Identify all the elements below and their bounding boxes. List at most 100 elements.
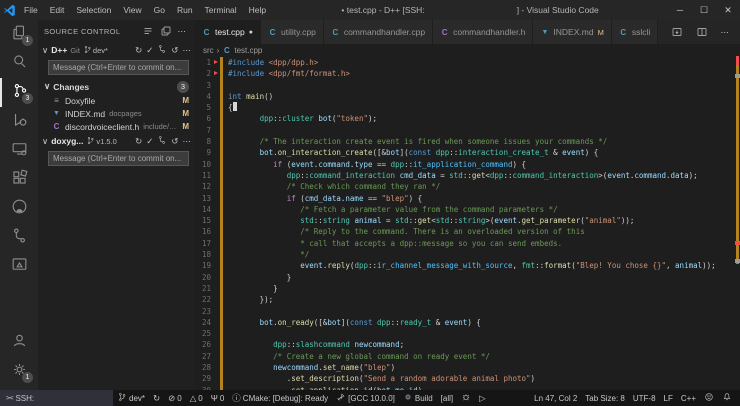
glyph-margin[interactable] xyxy=(211,193,220,204)
glyph-margin[interactable] xyxy=(211,215,220,226)
code-line[interactable]: 22 }); xyxy=(195,294,740,305)
status-cmake-debug-ready[interactable]: ⓘCMake: [Debug]: Ready xyxy=(228,392,332,404)
line-number[interactable]: 1 xyxy=(195,57,211,68)
dirty-dot-icon[interactable]: ● xyxy=(249,29,253,36)
line-number[interactable]: 24 xyxy=(195,317,211,328)
more-icon[interactable]: ⋯ xyxy=(183,136,192,147)
tab-utility.cpp[interactable]: Cutility.cpp xyxy=(261,20,324,44)
code-text[interactable]: dpp::cluster bot("token"); xyxy=(228,113,377,124)
glyph-margin[interactable] xyxy=(211,113,220,124)
trident-icon[interactable]: Ψ xyxy=(211,393,218,403)
line-number[interactable]: 12 xyxy=(195,181,211,192)
status-build[interactable]: Build xyxy=(399,392,437,404)
repositories-icon[interactable] xyxy=(157,25,175,37)
code-line[interactable]: 13 if (cmd_data.name == "blep") { xyxy=(195,193,740,204)
line-number[interactable]: 22 xyxy=(195,294,211,305)
line-number[interactable]: 8 xyxy=(195,136,211,147)
code-text[interactable]: /* Check which command they ran */ xyxy=(228,181,440,192)
code-line[interactable]: 17 * call that accepts a dpp::message so… xyxy=(195,238,740,249)
line-number[interactable]: 20 xyxy=(195,272,211,283)
code-line[interactable]: 5{ xyxy=(195,102,740,113)
debug-icon[interactable] xyxy=(10,110,29,134)
activity-source-control[interactable]: 3 xyxy=(0,78,38,107)
glyph-margin[interactable] xyxy=(211,351,220,362)
status-bug[interactable] xyxy=(457,392,475,404)
line-number[interactable]: 18 xyxy=(195,249,211,260)
check-icon[interactable]: ✓ xyxy=(146,45,153,56)
code-text[interactable]: } xyxy=(228,272,291,283)
activity-explorer[interactable]: 1 xyxy=(0,20,38,49)
code-text[interactable]: } xyxy=(228,283,278,294)
code-text[interactable]: event.reply(dpp::ir_channel_message_with… xyxy=(228,260,716,271)
glyph-margin[interactable] xyxy=(211,91,220,102)
line-number[interactable]: 16 xyxy=(195,226,211,237)
split-editor-icon[interactable] xyxy=(693,26,711,38)
error-icon[interactable]: ⊘ xyxy=(168,393,175,404)
graph-icon[interactable] xyxy=(157,44,167,56)
line-number[interactable]: 30 xyxy=(195,385,211,390)
code-line[interactable]: 1 #include <dpp/dpp.h> xyxy=(195,57,740,68)
line-number[interactable]: 28 xyxy=(195,362,211,373)
code-line[interactable]: 18 */ xyxy=(195,249,740,260)
status-c++[interactable]: C++ xyxy=(677,394,700,403)
line-number[interactable]: 3 xyxy=(195,80,211,91)
code-text[interactable]: bot.on_ready([&bot](const dpp::ready_t &… xyxy=(228,317,481,328)
status-0[interactable]: △0 xyxy=(186,393,207,404)
status-play[interactable]: ▷ xyxy=(475,393,490,404)
glyph-margin[interactable] xyxy=(211,317,220,328)
code-line[interactable]: 21 } xyxy=(195,283,740,294)
changed-file-row[interactable]: ≡DoxyfileM xyxy=(38,94,195,107)
status-bell[interactable] xyxy=(718,392,736,404)
view-mode-icon[interactable] xyxy=(139,25,157,37)
open-changes-icon[interactable] xyxy=(668,26,686,38)
line-number[interactable]: 21 xyxy=(195,283,211,294)
commit-message-input[interactable] xyxy=(48,151,189,166)
line-number[interactable]: 19 xyxy=(195,260,211,271)
code-line[interactable]: 11 dpp::command_interaction cmd_data = s… xyxy=(195,170,740,181)
play-icon[interactable]: ▷ xyxy=(479,393,486,404)
branch-icon[interactable] xyxy=(83,45,92,56)
remote-indicator[interactable]: >< SSH: xyxy=(0,390,113,406)
bell-icon[interactable] xyxy=(722,392,732,404)
line-number[interactable]: 10 xyxy=(195,159,211,170)
status-0[interactable]: ⊘0 xyxy=(164,393,186,404)
commit-message-input[interactable] xyxy=(48,60,189,75)
activity-git-graph[interactable] xyxy=(0,223,38,252)
activity-extensions[interactable] xyxy=(0,165,38,194)
line-number[interactable]: 26 xyxy=(195,339,211,350)
code-text[interactable]: /* Create a new global command on ready … xyxy=(228,351,490,362)
sync-icon[interactable]: ↻ xyxy=(135,136,142,147)
search-icon[interactable] xyxy=(10,52,29,76)
error-glyph-icon[interactable] xyxy=(211,68,220,79)
line-number[interactable]: 6 xyxy=(195,113,211,124)
check-icon[interactable]: ✓ xyxy=(146,136,153,147)
tools-icon[interactable] xyxy=(336,392,346,404)
chevron-down-icon[interactable]: ∨ xyxy=(42,45,48,56)
code-line[interactable]: 6 dpp::cluster bot("token"); xyxy=(195,113,740,124)
code-text[interactable]: }); xyxy=(228,294,273,305)
code-text[interactable]: int main() xyxy=(228,91,273,102)
menu-help[interactable]: Help xyxy=(243,5,272,15)
status-tab-size-8[interactable]: Tab Size: 8 xyxy=(581,394,629,403)
glyph-margin[interactable] xyxy=(211,125,220,136)
error-glyph-icon[interactable] xyxy=(211,57,220,68)
activity-settings[interactable]: 1 xyxy=(0,357,38,386)
code-line[interactable]: 28 newcommand.set_name("blep") xyxy=(195,362,740,373)
code-line[interactable]: 23 xyxy=(195,306,740,317)
glyph-margin[interactable] xyxy=(211,294,220,305)
code-text[interactable]: #include <dpp/dpp.h> xyxy=(228,57,318,68)
account-icon[interactable] xyxy=(10,331,29,355)
activity-run-debug[interactable] xyxy=(0,107,38,136)
glyph-margin[interactable] xyxy=(211,204,220,215)
code-line[interactable]: 19 event.reply(dpp::ir_channel_message_w… xyxy=(195,260,740,271)
status-feedback[interactable] xyxy=(700,392,718,404)
code-line[interactable]: 27 /* Create a new global command on rea… xyxy=(195,351,740,362)
glyph-margin[interactable] xyxy=(211,226,220,237)
code-line[interactable]: 9 bot.on_interaction_create([&bot](const… xyxy=(195,147,740,158)
code-text[interactable]: */ xyxy=(228,249,309,260)
repo-row[interactable]: ∨D++Gitdev*↻✓↺⋯ xyxy=(38,42,195,58)
code-text[interactable]: /* The interaction create event is fired… xyxy=(228,136,607,147)
refresh-icon[interactable]: ↺ xyxy=(171,45,178,56)
code-line[interactable]: 4int main() xyxy=(195,91,740,102)
code-text[interactable]: .set_description("Send a random adorable… xyxy=(228,373,535,384)
